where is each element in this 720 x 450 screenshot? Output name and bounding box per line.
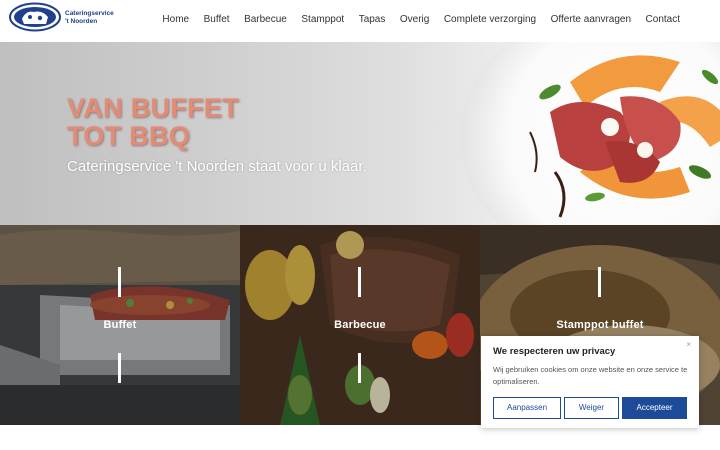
tile-buffet[interactable]: Buffet	[0, 225, 240, 425]
nav-item-complete-verzorging[interactable]: Complete verzorging	[444, 14, 536, 25]
nav-item-buffet[interactable]: Buffet	[204, 14, 230, 25]
hero-title-line-1: VAN BUFFET	[67, 93, 239, 123]
nav-item-offerte-aanvragen[interactable]: Offerte aanvragen	[551, 14, 631, 25]
hero-subtitle: Cateringservice 't Noorden staat voor u …	[67, 158, 367, 175]
divider-line-top	[358, 267, 361, 297]
cookie-description: Wij gebruiken cookies om onze website en…	[493, 365, 688, 386]
nav-item-stamppot[interactable]: Stamppot	[301, 14, 344, 25]
hero-title-line-2: TOT BBQ	[67, 121, 191, 151]
nav-item-barbecue[interactable]: Barbecue	[244, 14, 287, 25]
nav-item-contact[interactable]: Contact	[646, 14, 680, 25]
hero-banner: VAN BUFFET TOT BBQ Cateringservice 't No…	[0, 42, 720, 225]
brand-line-1: Cateringservice	[65, 10, 114, 17]
divider-line-top	[118, 267, 121, 297]
divider-line-bottom	[358, 353, 361, 383]
hero-title: VAN BUFFET TOT BBQ	[67, 94, 239, 150]
nav-item-home[interactable]: Home	[162, 14, 189, 25]
close-icon[interactable]: ×	[686, 340, 691, 349]
food-platter-image	[529, 55, 720, 218]
tile-label: Barbecue	[334, 319, 386, 331]
tile-barbecue[interactable]: Barbecue	[240, 225, 480, 425]
cow-logo-icon[interactable]	[8, 2, 62, 32]
tile-label: Stamppot buffet	[556, 319, 644, 331]
nav-item-overig[interactable]: Overig	[400, 14, 429, 25]
main-nav: Home Buffet Barbecue Stamppot Tapas Over…	[148, 14, 680, 25]
cookie-title: We respecteren uw privacy	[493, 346, 616, 357]
customize-button[interactable]: Aanpassen	[493, 397, 561, 419]
cookie-consent-banner: We respecteren uw privacy × Wij gebruike…	[481, 336, 699, 428]
divider-line-bottom	[118, 353, 121, 383]
brand-line-2: 't Noorden	[65, 18, 98, 25]
brand-name[interactable]: Cateringservice 't Noorden	[65, 10, 114, 26]
decline-button[interactable]: Weiger	[564, 397, 619, 419]
tile-label: Buffet	[103, 319, 137, 331]
nav-item-tapas[interactable]: Tapas	[359, 14, 386, 25]
page-footer-space	[0, 425, 720, 450]
divider-line-top	[598, 267, 601, 297]
accept-button[interactable]: Accepteer	[622, 397, 687, 419]
site-header: Cateringservice 't Noorden Home Buffet B…	[0, 0, 720, 42]
